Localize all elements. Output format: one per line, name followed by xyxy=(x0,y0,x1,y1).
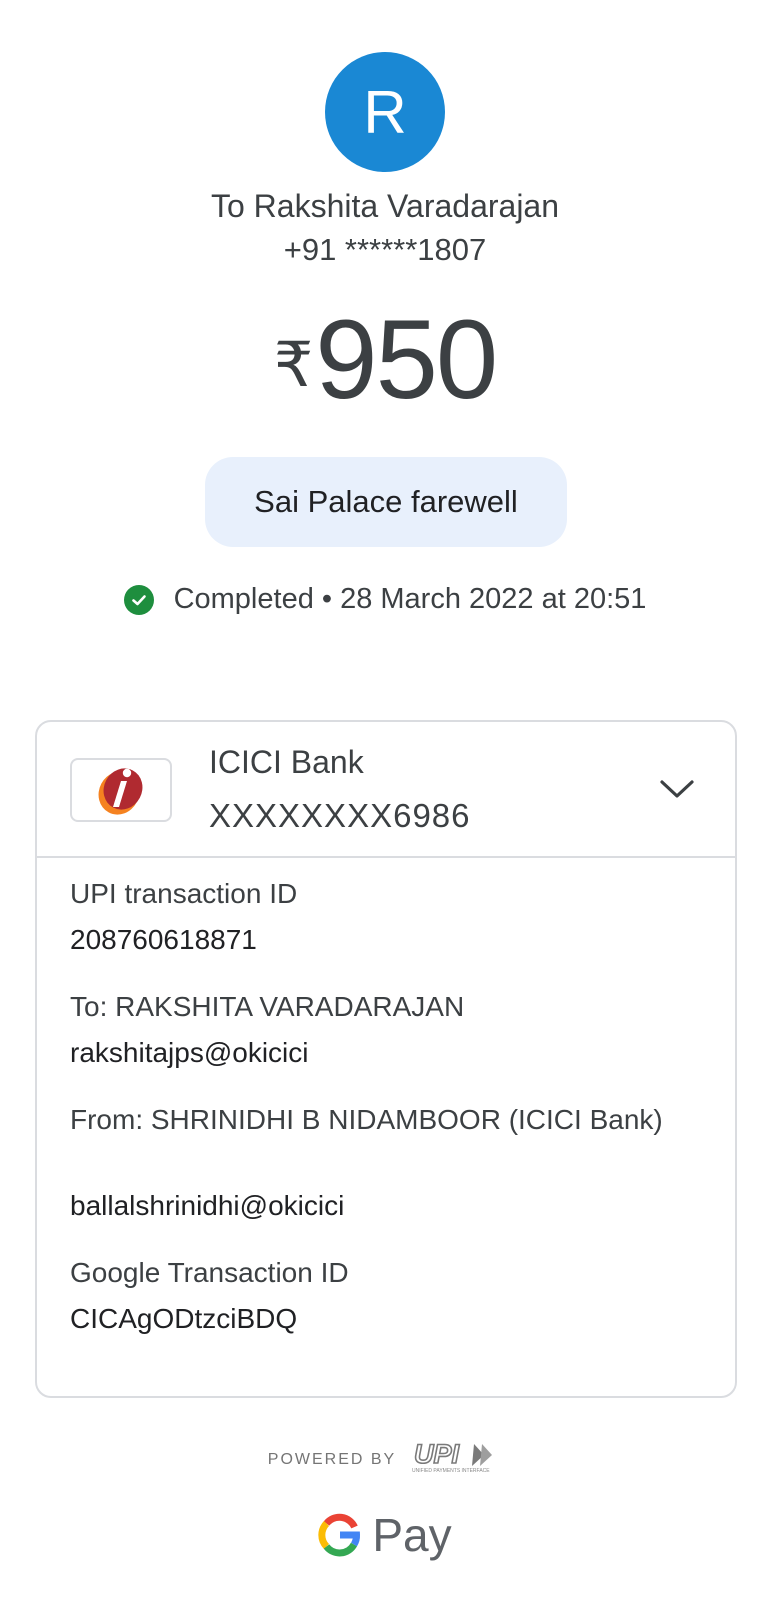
to-upi-id: rakshitajps@okicici xyxy=(70,1037,309,1068)
upi-logo: UPI UNIFIED PAYMENTS INTERFACE xyxy=(410,1438,502,1479)
upi-transaction-id-value: 208760618871 xyxy=(70,924,257,955)
avatar-letter: R xyxy=(363,78,407,146)
status-line: Completed • 28 March 2022 at 20:51 xyxy=(0,583,770,616)
google-g-icon xyxy=(318,1513,361,1557)
from-upi-id: ballalshrinidhi@okicici xyxy=(70,1190,345,1221)
powered-by-upi: POWERED BY UPI UNIFIED PAYMENTS INTERFAC… xyxy=(0,1438,770,1479)
google-pay-logo: Pay xyxy=(0,1508,770,1562)
powered-by-text: POWERED BY xyxy=(267,1450,397,1468)
recipient-name: To Rakshita Varadarajan xyxy=(210,188,560,224)
svg-text:UNIFIED PAYMENTS INTERFACE: UNIFIED PAYMENTS INTERFACE xyxy=(412,1468,490,1474)
google-transaction-id-value: CICAgODtzciBDQ xyxy=(70,1303,298,1334)
amount-value: 950 xyxy=(315,297,498,422)
google-transaction-id-label: Google Transaction ID xyxy=(70,1257,349,1288)
avatar: R xyxy=(325,52,445,172)
upi-transaction-id-label: UPI transaction ID xyxy=(70,878,298,909)
chevron-down-icon[interactable] xyxy=(657,770,697,810)
status-text: Completed • 28 March 2022 at 20:51 xyxy=(173,583,647,615)
check-circle-icon xyxy=(123,584,154,615)
recipient-phone: +91 ******1807 xyxy=(283,232,487,267)
amount: ₹ 950 xyxy=(0,300,770,420)
bank-account-number: XXXXXXXX6986 xyxy=(209,797,471,834)
payment-note: Sai Palace farewell xyxy=(205,457,567,547)
to-label: To: RAKSHITA VARADARAJAN xyxy=(70,991,465,1022)
transaction-details-card: ICICI Bank XXXXXXXX6986 UPI transaction … xyxy=(35,720,737,1398)
currency-symbol: ₹ xyxy=(273,331,314,400)
icici-logo-icon xyxy=(70,758,172,822)
from-label: From: SHRINIDHI B NIDAMBOOR (ICICI Bank) xyxy=(70,1104,663,1135)
svg-text:UPI: UPI xyxy=(414,1440,460,1469)
bank-name: ICICI Bank xyxy=(209,744,364,780)
bank-account-header[interactable]: ICICI Bank XXXXXXXX6986 xyxy=(37,722,735,858)
transaction-details-page: R To Rakshita Varadarajan +91 ******1807… xyxy=(0,0,770,1600)
pay-text: Pay xyxy=(372,1509,452,1561)
